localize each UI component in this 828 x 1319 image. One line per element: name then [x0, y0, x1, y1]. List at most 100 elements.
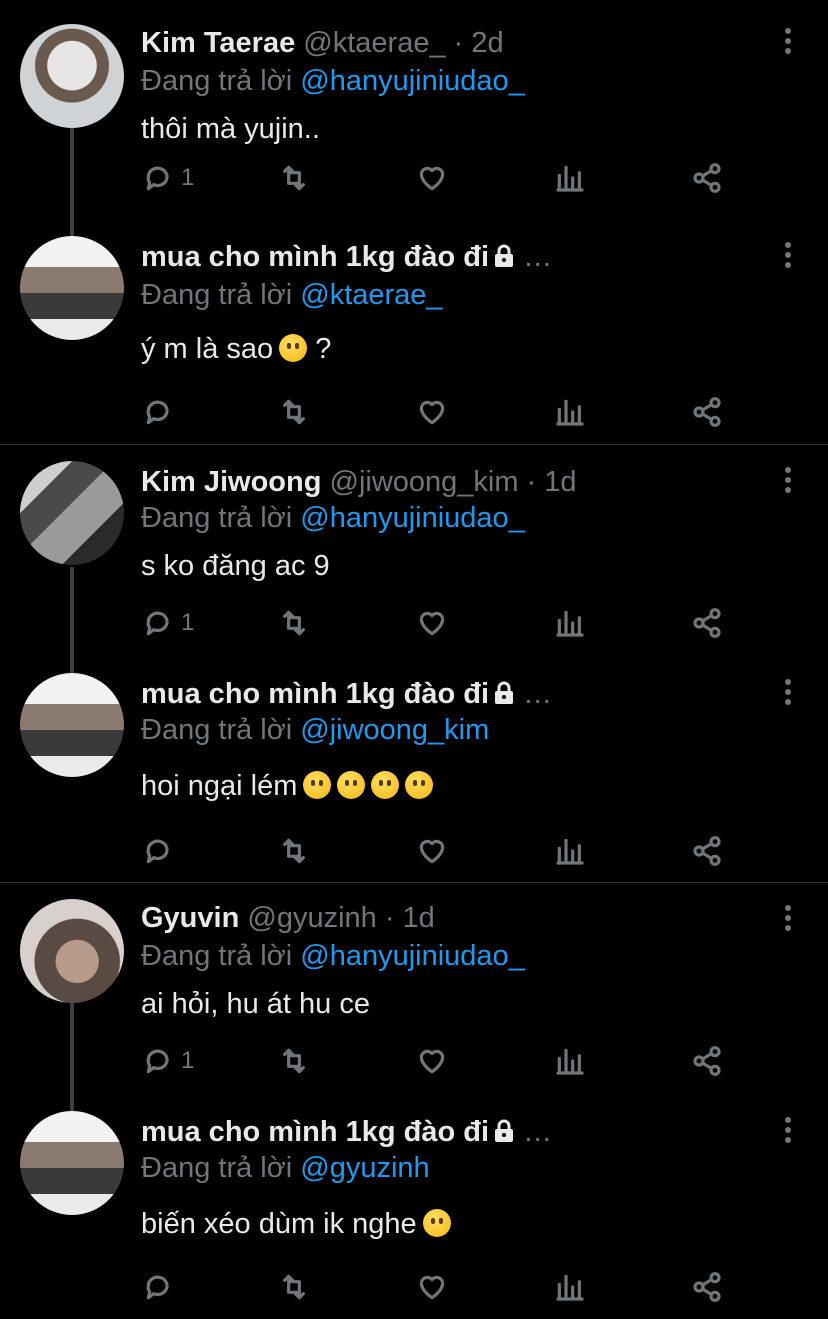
- lock-icon: [495, 681, 514, 704]
- retweet-icon: [283, 838, 305, 864]
- reply-button[interactable]: 1: [143, 603, 194, 643]
- avatar[interactable]: [20, 899, 124, 1003]
- replying-label: Đang trả lời: [141, 1152, 293, 1184]
- tweet-text-wrap: biến xéo dùm ik nghe: [141, 1207, 451, 1241]
- more-icon[interactable]: [778, 28, 798, 58]
- author-name[interactable]: mua cho mình 1kg đào đi: [141, 241, 489, 273]
- analytics-icon: [556, 1274, 584, 1301]
- tweet[interactable]: mua cho mình 1kg đào đi … Đang trả lời @…: [0, 1101, 828, 1319]
- reply-icon: [146, 839, 169, 864]
- tweet-text-wrap: hoi ngại lém: [141, 769, 434, 803]
- more-icon[interactable]: [778, 905, 798, 935]
- author-handle[interactable]: …: [523, 241, 552, 273]
- author-handle[interactable]: @jiwoong_kim: [330, 466, 519, 498]
- retweet-button[interactable]: [278, 831, 310, 871]
- heart-icon: [419, 1049, 445, 1074]
- author-handle[interactable]: @ktaerae_: [303, 27, 445, 59]
- more-icon[interactable]: [778, 679, 798, 709]
- avatar[interactable]: [20, 1111, 124, 1215]
- reply-button[interactable]: 1: [143, 1041, 194, 1081]
- like-button[interactable]: [416, 158, 448, 198]
- tweet[interactable]: mua cho mình 1kg đào đi … Đang trả lời @…: [0, 663, 828, 882]
- like-button[interactable]: [416, 1041, 448, 1081]
- replying-to: Đang trả lời @hanyujiniudao_: [141, 501, 525, 535]
- author-name[interactable]: mua cho mình 1kg đào đi: [141, 1116, 489, 1148]
- tweet-header: mua cho mình 1kg đào đi …: [141, 240, 768, 274]
- avatar[interactable]: [20, 673, 124, 777]
- views-button[interactable]: [554, 392, 586, 432]
- heart-icon: [419, 400, 445, 425]
- kissing-emoji: [422, 1209, 451, 1237]
- mention-link[interactable]: @ktaerae_: [300, 279, 442, 311]
- retweet-button[interactable]: [278, 1041, 310, 1081]
- tweet-text: thôi mà yujin..: [141, 113, 320, 145]
- more-icon[interactable]: [778, 242, 798, 272]
- views-button[interactable]: [554, 831, 586, 871]
- retweet-button[interactable]: [278, 603, 310, 643]
- tweet-text: ai hỏi, hu át hu ce: [141, 988, 370, 1020]
- views-button[interactable]: [554, 1041, 586, 1081]
- views-button[interactable]: [554, 158, 586, 198]
- mention-link[interactable]: @hanyujiniudao_: [300, 502, 525, 534]
- tweet[interactable]: Gyuvin @gyuzinh · 1d Đang trả lời @hanyu…: [0, 883, 828, 1115]
- more-icon[interactable]: [778, 467, 798, 497]
- replying-to: Đang trả lời @ktaerae_: [141, 278, 443, 312]
- share-button[interactable]: [691, 1267, 723, 1307]
- tweet-text: hoi ngại lém: [141, 770, 298, 802]
- retweet-button[interactable]: [278, 1267, 310, 1307]
- like-button[interactable]: [416, 603, 448, 643]
- lock-icon: [495, 1119, 514, 1142]
- timestamp[interactable]: · 1d: [385, 902, 435, 934]
- mention-link[interactable]: @hanyujiniudao_: [300, 65, 525, 97]
- share-button[interactable]: [691, 603, 723, 643]
- kissing-closed-eyes-emoji: [371, 771, 400, 799]
- tweet[interactable]: mua cho mình 1kg đào đi … Đang trả lời @…: [0, 222, 828, 444]
- share-button[interactable]: [691, 158, 723, 198]
- more-icon[interactable]: [778, 1117, 798, 1147]
- share-icon: [693, 163, 721, 193]
- avatar[interactable]: [20, 24, 124, 128]
- share-button[interactable]: [691, 392, 723, 432]
- tweet[interactable]: Kim Jiwoong @jiwoong_kim · 1d Đang trả l…: [0, 445, 828, 677]
- reply-button[interactable]: 1: [143, 158, 194, 198]
- like-button[interactable]: [416, 1267, 448, 1307]
- reply-icon: [146, 166, 169, 191]
- avatar[interactable]: [20, 236, 124, 340]
- avatar[interactable]: [20, 461, 124, 565]
- author-name[interactable]: Kim Taerae: [141, 27, 295, 59]
- views-button[interactable]: [554, 603, 586, 643]
- tweet-header: Gyuvin @gyuzinh · 1d: [141, 901, 768, 935]
- retweet-button[interactable]: [278, 392, 310, 432]
- action-bar: 1: [0, 603, 828, 643]
- analytics-icon: [556, 610, 584, 637]
- heart-icon: [419, 1275, 445, 1300]
- author-handle[interactable]: …: [523, 1116, 552, 1148]
- like-button[interactable]: [416, 392, 448, 432]
- analytics-icon: [556, 399, 584, 426]
- timestamp[interactable]: · 2d: [454, 27, 504, 59]
- reply-button[interactable]: [143, 1267, 175, 1307]
- mention-link[interactable]: @hanyujiniudao_: [300, 940, 525, 972]
- retweet-button[interactable]: [278, 158, 310, 198]
- timestamp[interactable]: · 1d: [527, 466, 577, 498]
- author-name[interactable]: mua cho mình 1kg đào đi: [141, 678, 489, 710]
- author-handle[interactable]: @gyuzinh: [247, 902, 376, 934]
- reply-button[interactable]: [143, 831, 175, 871]
- share-icon: [693, 836, 721, 866]
- mention-link[interactable]: @jiwoong_kim: [300, 714, 489, 746]
- like-button[interactable]: [416, 831, 448, 871]
- share-icon: [693, 1046, 721, 1076]
- author-handle[interactable]: …: [523, 678, 552, 710]
- replying-label: Đang trả lời: [141, 502, 293, 534]
- share-button[interactable]: [691, 831, 723, 871]
- author-name[interactable]: Kim Jiwoong: [141, 466, 321, 498]
- author-name[interactable]: Gyuvin: [141, 902, 239, 934]
- reply-count: 1: [181, 164, 195, 191]
- views-button[interactable]: [554, 1267, 586, 1307]
- reply-button[interactable]: [143, 392, 175, 432]
- reply-icon: [146, 611, 169, 636]
- tweet[interactable]: Kim Taerae @ktaerae_ · 2d Đang trả lời @…: [0, 0, 828, 238]
- mention-link[interactable]: @gyuzinh: [300, 1152, 429, 1184]
- share-button[interactable]: [691, 1041, 723, 1081]
- tweet-text: ý m là sao: [141, 333, 274, 365]
